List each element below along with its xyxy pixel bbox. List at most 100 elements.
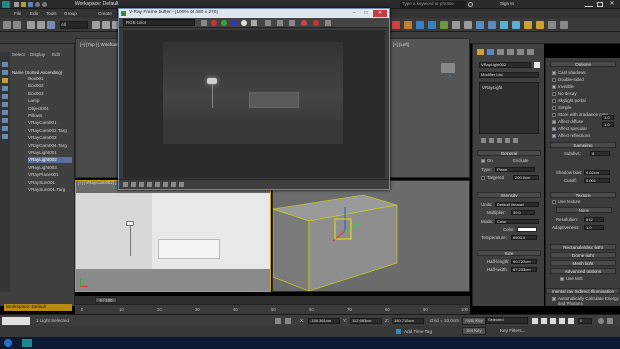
play-icon[interactable]	[550, 318, 556, 324]
app-logo-icon[interactable]	[2, 1, 10, 8]
menu-group[interactable]: Group	[64, 11, 77, 16]
taskbar-app-3dsmax[interactable]	[22, 339, 32, 347]
viewport-left[interactable]: [+] [Left]	[388, 38, 470, 178]
vfb-stereo-icon[interactable]	[179, 182, 184, 187]
maximize-button[interactable]	[597, 2, 603, 7]
key-filters-button[interactable]: Key Filters...	[500, 328, 526, 333]
light-color-swatch[interactable]	[517, 227, 537, 232]
filter-cameras-icon[interactable]	[2, 86, 8, 91]
pan-icon[interactable]	[607, 318, 613, 324]
rectangle-disc-light-rollout[interactable]: Rectangle/disc light	[550, 244, 616, 250]
prev-frame-icon[interactable]	[541, 318, 547, 324]
object-name-field[interactable]: VRayLight002	[479, 62, 531, 68]
viewport-perspective[interactable]: [+] [Perspective]	[272, 180, 470, 292]
scene-item[interactable]: VRayLight003	[28, 165, 72, 171]
option-checkbox[interactable]	[552, 92, 556, 96]
render-iterative-icon[interactable]	[536, 21, 544, 29]
render-setup-icon[interactable]	[404, 21, 412, 29]
render-production-icon[interactable]	[500, 21, 508, 29]
maxscript-listener[interactable]	[2, 317, 30, 325]
cutoff-field[interactable]: 0.001	[584, 178, 610, 183]
scene-item[interactable]: Box001	[28, 76, 72, 82]
mental-ray-rollout[interactable]: mental ray Indirect Illumination	[546, 288, 620, 294]
viewcube-icon[interactable]	[441, 63, 455, 73]
select-by-name-icon[interactable]	[102, 21, 110, 29]
scene-item[interactable]: VRayCam001	[28, 120, 72, 126]
menu-edit[interactable]: Edit	[30, 11, 38, 16]
vfb-stop-render-icon[interactable]	[301, 20, 307, 26]
scene-item[interactable]: Pillows	[28, 113, 72, 119]
advanced-options-rollout[interactable]: Advanced options	[550, 268, 616, 274]
subdivs-field[interactable]: 8	[590, 151, 610, 156]
configure-sets-icon[interactable]	[513, 138, 518, 143]
scene-item[interactable]: Box002	[28, 83, 72, 89]
vfb-minimize-button[interactable]: –	[349, 10, 359, 17]
material-editor-icon[interactable]	[416, 21, 424, 29]
schematic-view-icon[interactable]	[464, 21, 472, 29]
scene-item[interactable]: VRayCam002.Targ	[28, 128, 72, 134]
track-bar[interactable]: 0 10 20 30 40 50 60 70 80 90 100	[75, 304, 470, 314]
general-rollout[interactable]: General	[477, 150, 541, 156]
auto-key-button[interactable]: Auto Key	[462, 317, 486, 325]
undo-tool-icon[interactable]	[3, 21, 11, 29]
vfb-render-icon[interactable]	[313, 20, 319, 26]
render-icon[interactable]	[440, 21, 448, 29]
viewport-camera[interactable]: [+] [VRayCam002] [ Standard ]	[75, 180, 271, 292]
menu-file[interactable]: File	[14, 11, 21, 16]
scene-item[interactable]: VRayLight001	[28, 150, 72, 156]
utilities-tab-icon[interactable]	[527, 49, 534, 55]
vfb-alpha-icon[interactable]	[241, 20, 247, 26]
option-checkbox[interactable]	[552, 71, 556, 75]
vfb-render-canvas[interactable]	[123, 30, 385, 178]
scene-item[interactable]: Object001	[28, 106, 72, 112]
scene-item[interactable]: VRayCam003	[28, 135, 72, 141]
go-to-end-icon[interactable]	[568, 318, 574, 324]
vfb-channel-dropdown[interactable]: RGB color	[123, 19, 195, 26]
time-slider[interactable]: 0 / 100	[75, 296, 470, 304]
start-button[interactable]	[4, 339, 12, 347]
vfb-region-render-icon[interactable]	[277, 20, 283, 26]
auto-calc-checkbox[interactable]	[552, 297, 556, 301]
vfb-title-bar[interactable]: V-Ray Frame buffer - [100% of 480 x 270]…	[119, 9, 389, 18]
time-slider-thumb[interactable]: 0 / 100	[95, 297, 117, 303]
remove-modifier-icon[interactable]	[505, 138, 510, 143]
adaptiveness-field[interactable]: 1.0	[584, 225, 604, 230]
select-object-icon[interactable]	[92, 21, 100, 29]
targeted-distance-field[interactable]: 200.0cm	[513, 175, 539, 180]
option-checkbox[interactable]	[552, 106, 556, 110]
batch-render-icon[interactable]	[560, 21, 568, 29]
option-checkbox[interactable]	[552, 120, 556, 124]
filter-all-icon[interactable]	[2, 134, 8, 139]
y-coordinate-field[interactable]: 112.683cm	[350, 318, 382, 324]
resolution-field[interactable]: 512	[584, 217, 604, 222]
environment-icon[interactable]	[548, 21, 556, 29]
vfb-maximize-button[interactable]: □	[361, 10, 371, 17]
vfb-lut-icon[interactable]	[163, 182, 168, 187]
unlink-icon[interactable]	[37, 21, 45, 29]
mesh-light-rollout[interactable]: Mesh light	[550, 260, 616, 266]
filter-geometry-icon[interactable]	[2, 62, 8, 67]
option-checkbox[interactable]	[552, 127, 556, 131]
modifier-stack-item[interactable]: VRayLight	[482, 85, 502, 90]
absolute-mode-icon[interactable]	[285, 318, 291, 324]
vfb-color-corrections-icon[interactable]	[123, 182, 128, 187]
dome-light-rollout[interactable]: Dome light	[550, 252, 616, 258]
menu-create[interactable]: Create	[98, 11, 112, 16]
workspace-selector[interactable]: Workspace: Default	[75, 1, 135, 8]
vfb-clear-icon[interactable]	[265, 20, 271, 26]
viewport-label[interactable]: [+] [Top ] [ Wireframe ]	[80, 42, 123, 47]
current-frame-field[interactable]: 0	[578, 318, 592, 324]
option-checkbox[interactable]	[552, 134, 556, 138]
light-on-checkbox[interactable]	[481, 159, 485, 163]
affect-diffuse-field[interactable]: 1.0	[602, 115, 614, 120]
option-checkbox[interactable]	[552, 85, 556, 89]
vfb-history-icon[interactable]	[325, 20, 331, 26]
create-tab-icon[interactable]	[477, 49, 484, 55]
undo-icon[interactable]	[35, 2, 40, 7]
scene-item[interactable]: VRaySun001.Targ	[28, 187, 72, 193]
texture-rollout[interactable]: Texture	[550, 192, 616, 198]
show-end-result-icon[interactable]	[489, 138, 494, 143]
vray-frame-buffer-window[interactable]: V-Ray Frame buffer - [100% of 480 x 270]…	[118, 8, 390, 190]
filter-xrefs-icon[interactable]	[2, 118, 8, 123]
redo-icon[interactable]	[42, 2, 47, 7]
